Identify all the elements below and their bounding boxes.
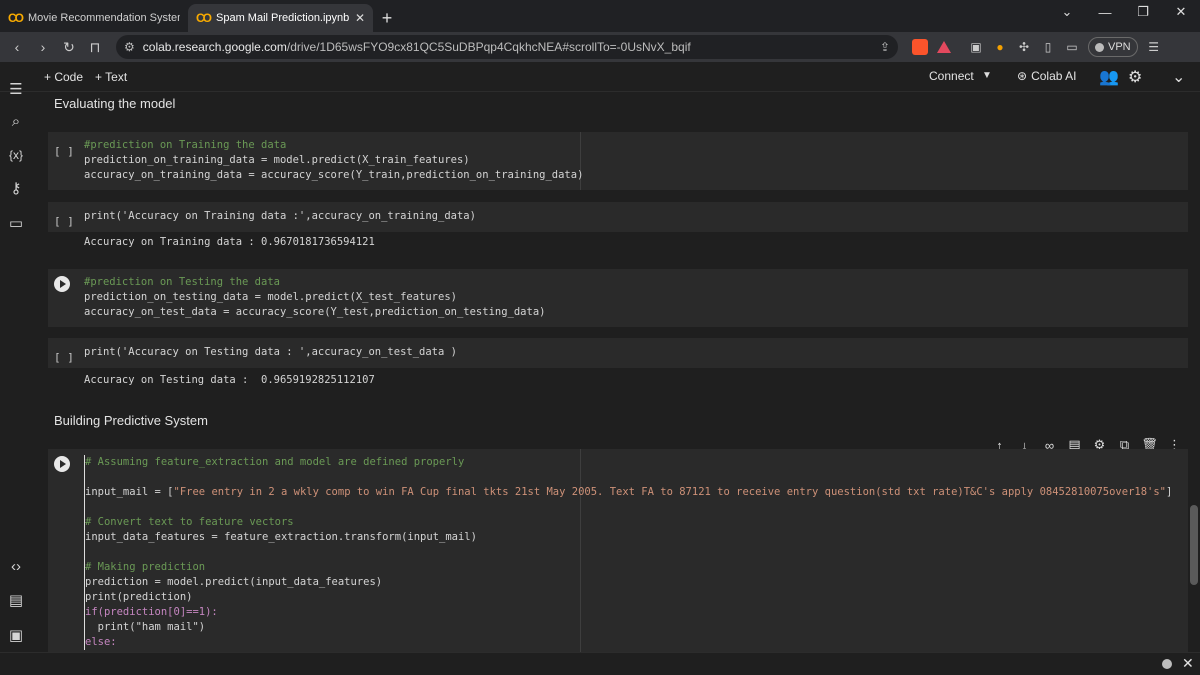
run-cell-button[interactable] [54, 276, 70, 292]
site-info-icon[interactable]: ⚙ [124, 40, 135, 54]
code-line: accuracy_on_test_data = accuracy_score(Y… [84, 306, 546, 318]
share-icon[interactable]: ⇪ [880, 40, 890, 54]
back-icon[interactable]: ‹ [4, 34, 30, 60]
search-icon[interactable]: ⌕ [6, 111, 26, 131]
run-cell-button[interactable]: [ ] [54, 145, 74, 158]
chevron-down-icon[interactable]: ▼ [982, 70, 992, 81]
cell-code[interactable]: print('Accuracy on Training data :',accu… [84, 209, 476, 224]
tab-title: Spam Mail Prediction.ipynb - Co [216, 12, 349, 24]
code-line: else: [85, 636, 117, 648]
code-line: accuracy_on_training_data = accuracy_sco… [84, 169, 584, 181]
connect-button[interactable]: Connect [929, 69, 974, 83]
table-of-contents-icon[interactable]: ☰ [6, 79, 26, 99]
url-field[interactable]: ⚙ colab.research.google.com/drive/1D65ws… [116, 35, 898, 59]
extensions-puzzle-icon[interactable]: ✣ [1012, 35, 1036, 59]
colab-logo-icon: CO [196, 11, 212, 25]
code-cell[interactable]: #prediction on Testing the data predicti… [48, 269, 1188, 327]
add-code-button[interactable]: + Code [38, 70, 89, 84]
close-tab-icon[interactable]: ✕ [355, 11, 365, 25]
run-cell-button[interactable]: [ ] [54, 215, 74, 228]
code-line: #prediction on Training the data [84, 139, 287, 151]
url-host: colab.research.google.com [142, 40, 287, 54]
colab-ai-label: Colab AI [1031, 69, 1077, 83]
cell-code[interactable]: #prediction on Testing the data predicti… [84, 275, 545, 320]
brave-shields-icon[interactable] [908, 35, 932, 59]
extension-icon[interactable]: ▣ [964, 35, 988, 59]
string-literal: "Free entry in 2 a wkly comp to win FA C… [173, 486, 1166, 498]
wallet-icon[interactable]: ▭ [1060, 35, 1084, 59]
address-bar: ‹ › ↻ ⊓ ⚙ colab.research.google.com/driv… [0, 32, 1200, 62]
url-path: /drive/1D65wsFYO9cx81QC5SuDBPqp4CqkhcNEA… [286, 40, 691, 54]
code-cell[interactable]: [ ] print('Accuracy on Training data :',… [48, 202, 1188, 232]
secrets-key-icon[interactable]: ⚷ [6, 178, 26, 198]
code-line: print("ham mail") [85, 621, 206, 633]
colab-ai-button[interactable]: ⊛ Colab AI [1017, 69, 1076, 83]
reload-icon[interactable]: ↻ [56, 34, 82, 60]
code-line: print('Accuracy on Testing data : ',accu… [84, 346, 457, 358]
variables-icon[interactable]: {x} [6, 145, 26, 165]
gemini-icon: ⊛ [1017, 69, 1028, 83]
cell-code[interactable]: #prediction on Training the data predict… [84, 138, 583, 183]
tab-spam-mail-prediction[interactable]: CO Spam Mail Prediction.ipynb - Co ✕ [188, 4, 373, 32]
cell-output: Accuracy on Training data : 0.9670181736… [84, 236, 375, 248]
command-palette-icon[interactable]: ▤ [6, 590, 26, 610]
code-line: print(prediction) [85, 591, 193, 603]
code-line: input_data_features = feature_extraction… [85, 531, 477, 543]
cell-code[interactable]: print('Accuracy on Testing data : ',accu… [84, 345, 457, 360]
terminal-icon[interactable]: ▣ [6, 625, 26, 645]
code-line: #prediction on Testing the data [84, 276, 280, 288]
code-line: prediction_on_training_data = model.pred… [84, 154, 470, 166]
colab-toolbar: + Code + Text Connect ▼ ⊛ Colab AI 👥 ⚙ ⌄ [0, 62, 1200, 92]
code-cell[interactable]: [ ] #prediction on Training the data pre… [48, 132, 1188, 190]
run-cell-button[interactable]: [ ] [54, 351, 74, 364]
vpn-status-icon [1095, 42, 1104, 52]
extension-flame-icon[interactable]: ● [988, 35, 1012, 59]
vpn-button[interactable]: VPN [1088, 37, 1138, 57]
section-heading: Building Predictive System [54, 413, 208, 428]
window-controls: ⌄ — ❐ ✕ [1048, 0, 1200, 28]
run-cell-button[interactable] [54, 456, 70, 472]
forward-icon[interactable]: › [30, 34, 56, 60]
browser-tab-bar: CO Movie Recommendation System .ipy CO S… [0, 0, 1200, 32]
files-folder-icon[interactable]: ▭ [6, 213, 26, 233]
code-cell[interactable]: [ ] print('Accuracy on Testing data : ',… [48, 338, 1188, 368]
cell-code[interactable]: # Assuming feature_extraction and model … [84, 455, 1172, 650]
code-line: print('Accuracy on Training data :',accu… [84, 210, 476, 222]
code-line: input_mail = ["Free entry in 2 a wkly co… [85, 486, 1173, 498]
runtime-status-icon[interactable] [1162, 659, 1172, 669]
notebook-scrollbar[interactable] [1190, 505, 1198, 585]
code-snippets-icon[interactable]: ‹› [6, 556, 26, 576]
gear-icon[interactable]: ⚙ [1128, 67, 1142, 87]
code-line: if(prediction[0]==1): [85, 606, 218, 618]
code-line: # Assuming feature_extraction and model … [85, 456, 465, 468]
vpn-label: VPN [1108, 41, 1131, 53]
code-line: # Convert text to feature vectors [85, 516, 294, 528]
close-icon[interactable]: ✕ [1182, 655, 1194, 672]
left-sidebar: ☰ ⌕ {x} ⚷ ▭ ‹› ▤ ▣ [0, 81, 32, 652]
cell-output: Accuracy on Testing data : 0.96591928251… [84, 374, 375, 386]
close-window-button[interactable]: ✕ [1162, 0, 1200, 24]
code-line: # Making prediction [85, 561, 206, 573]
tab-search-icon[interactable]: ⌄ [1048, 0, 1086, 24]
status-bar: ✕ [0, 652, 1200, 675]
tab-title: Movie Recommendation System .ipy [28, 12, 180, 24]
code-line: prediction_on_testing_data = model.predi… [84, 291, 457, 303]
browser-menu-icon[interactable]: ☰ [1142, 35, 1166, 59]
maximize-button[interactable]: ❐ [1124, 0, 1162, 24]
new-tab-button[interactable]: + [373, 4, 401, 32]
chevron-down-icon[interactable]: ⌄ [1172, 67, 1185, 87]
notebook-area: Evaluating the model [ ] #prediction on … [32, 92, 1188, 652]
add-text-button[interactable]: + Text [89, 70, 133, 84]
code-line: prediction = model.predict(input_data_fe… [85, 576, 383, 588]
colab-logo-icon: CO [8, 11, 24, 25]
bookmark-icon[interactable]: ⊓ [82, 34, 108, 60]
tab-movie-recommendation[interactable]: CO Movie Recommendation System .ipy [0, 4, 188, 32]
code-cell-active[interactable]: # Assuming feature_extraction and model … [48, 449, 1188, 652]
brave-rewards-icon[interactable] [932, 35, 956, 59]
sidebar-toggle-icon[interactable]: ▯ [1036, 35, 1060, 59]
share-people-icon[interactable]: 👥 [1099, 67, 1119, 87]
section-heading: Evaluating the model [54, 96, 176, 111]
minimize-button[interactable]: — [1086, 0, 1124, 24]
